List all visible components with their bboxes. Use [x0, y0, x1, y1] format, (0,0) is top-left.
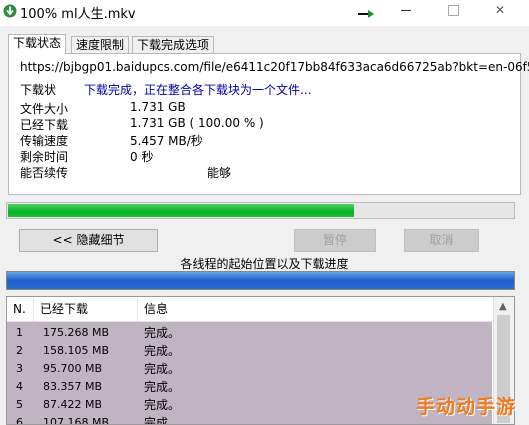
thread-number: 1: [16, 326, 23, 339]
file-size-value: 1.731 GB: [130, 100, 186, 114]
status-value: 下载完成，正在整合各下载块为一个文件...: [84, 83, 312, 97]
file-size-row: 文件大小 1.731 GB: [20, 100, 186, 117]
thread-downloaded: 83.357 MB: [43, 380, 103, 393]
thread-row[interactable]: 3 95.700 MB 完成。: [7, 360, 492, 378]
thread-info: 完成。: [144, 380, 181, 394]
thread-downloaded: 158.105 MB: [43, 344, 110, 357]
column-header-number[interactable]: N.: [7, 297, 34, 321]
arrow-icon: [358, 10, 374, 18]
hide-details-button[interactable]: << 隐藏细节: [19, 229, 158, 252]
title-bar: 100% ml人生.mkv ✕: [0, 0, 529, 26]
maximize-icon: [447, 5, 459, 16]
speed-value: 5.457 MB/秒: [130, 134, 203, 148]
thread-number: 5: [16, 398, 23, 411]
thread-downloaded: 95.700 MB: [43, 362, 103, 375]
status-panel: https://bjbgp01.baidupcs.com/file/e6411c…: [8, 53, 529, 195]
maximize-button[interactable]: [436, 0, 470, 22]
file-size-label: 文件大小: [20, 102, 69, 116]
close-button[interactable]: ✕: [483, 0, 517, 22]
thread-downloaded: 107.168 MB: [43, 416, 110, 425]
thread-number: 3: [16, 362, 23, 375]
progress-fill: [8, 204, 354, 217]
thread-downloaded: 87.422 MB: [43, 398, 103, 411]
minimize-button[interactable]: [389, 0, 423, 22]
threads-caption: 各线程的起始位置以及下载进度: [180, 257, 349, 271]
download-progress-bar: [6, 202, 515, 219]
tab-speed-limit[interactable]: 速度限制: [71, 36, 130, 53]
thread-info: 完成。: [144, 326, 181, 340]
downloaded-row: 已经下载 1.731 GB ( 100.00 % ): [20, 116, 264, 133]
thread-info: 完成。: [144, 416, 181, 425]
thread-info: 完成。: [144, 344, 181, 358]
pause-button[interactable]: 暂停: [294, 229, 376, 252]
tab-completion-options[interactable]: 下载完成选项: [132, 36, 215, 53]
remaining-time-label: 剩余时间: [20, 150, 69, 164]
thread-row[interactable]: 2 158.105 MB 完成。: [7, 342, 492, 360]
idm-icon: [3, 4, 17, 18]
resume-row: 能否续传 能够: [20, 164, 231, 181]
resume-value: 能够: [207, 166, 232, 180]
thread-info: 完成。: [144, 362, 181, 376]
thread-number: 6: [16, 416, 23, 425]
thread-number: 4: [16, 380, 23, 393]
downloaded-label: 已经下载: [20, 118, 69, 132]
column-header-info[interactable]: 信息: [138, 297, 492, 321]
thread-row[interactable]: 1 175.268 MB 完成。: [7, 324, 492, 342]
watermark-logo: 手动动手游: [416, 396, 517, 418]
thread-progress-bar: [6, 271, 515, 290]
speed-row: 传输速度 5.457 MB/秒: [20, 132, 203, 149]
tab-download-status[interactable]: 下载状态: [8, 34, 67, 54]
cancel-button[interactable]: 取消: [404, 229, 479, 252]
status-label: 下载状: [20, 83, 57, 97]
downloaded-value: 1.731 GB ( 100.00 % ): [130, 116, 264, 130]
remaining-time-value: 0 秒: [130, 150, 154, 164]
speed-label: 传输速度: [20, 134, 69, 148]
remaining-time-row: 剩余时间 0 秒: [20, 148, 153, 165]
minimize-icon: [401, 10, 411, 11]
status-row: 下载状 下载完成，正在整合各下载块为一个文件...: [20, 81, 311, 98]
thread-info: 完成。: [144, 398, 181, 412]
thread-number: 2: [16, 344, 23, 357]
thread-downloaded: 175.268 MB: [43, 326, 110, 339]
resume-label: 能否续传: [20, 166, 69, 180]
close-icon: ✕: [494, 3, 506, 17]
download-url: https://bjbgp01.baidupcs.com/file/e6411c…: [20, 60, 529, 74]
scroll-up-icon[interactable]: ▲: [499, 301, 507, 312]
window-title: 100% ml人生.mkv: [20, 7, 136, 22]
thread-list-header: N. 已经下载 信息: [7, 297, 492, 322]
column-header-downloaded[interactable]: 已经下载: [34, 297, 138, 321]
